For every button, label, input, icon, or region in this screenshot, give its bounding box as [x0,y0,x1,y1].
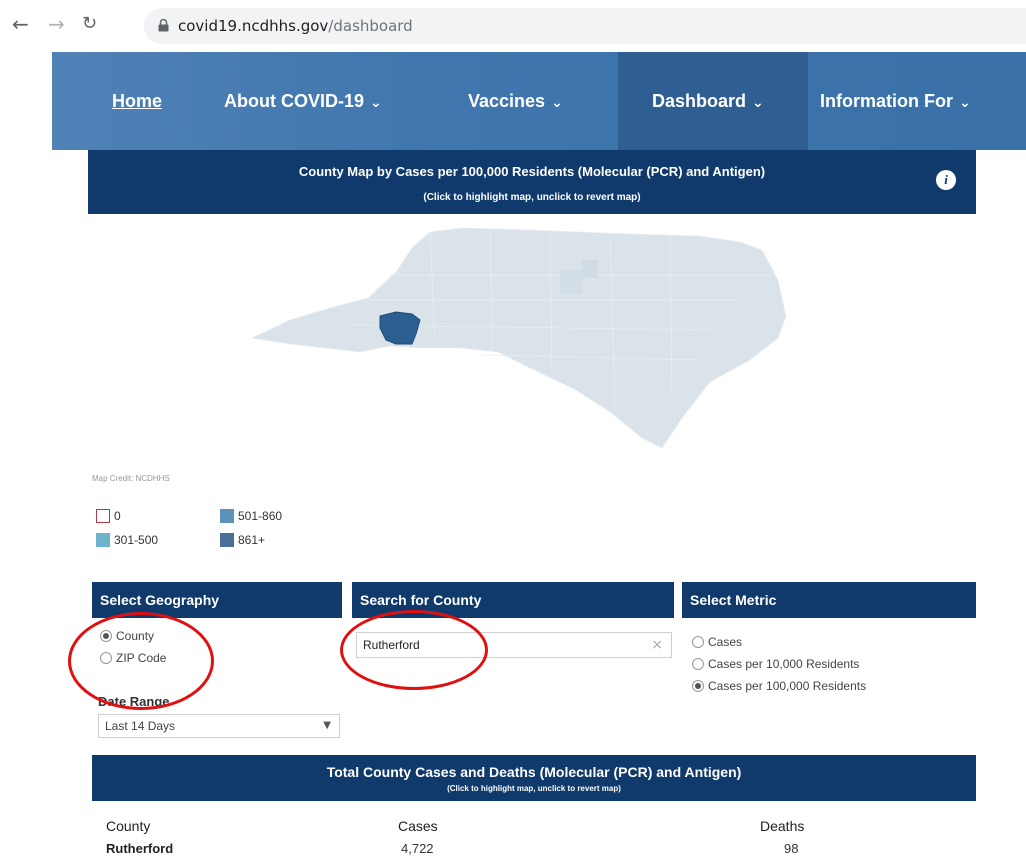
county-shade-2 [582,260,598,278]
legend-swatch [220,532,234,547]
radio-cases-per-100000[interactable]: Cases per 100,000 Residents [692,678,866,694]
legend-swatch [96,508,110,523]
north-carolina-map[interactable] [230,220,790,460]
map-credit: Map Credit: NCDHHS [92,474,170,483]
select-metric-heading: Select Metric [682,582,976,618]
state-shape[interactable] [250,227,787,449]
browser-toolbar: ← → ↻ covid19.ncdhhs.gov/dashboard [0,0,1026,52]
totals-title: Total County Cases and Deaths (Molecular… [326,764,742,780]
chevron-down-icon: ⌄ [959,95,971,111]
radio-button[interactable] [692,657,704,670]
radio-cases-per-10000[interactable]: Cases per 10,000 Residents [692,656,859,672]
dropdown-arrow-icon: ▼ [323,720,331,731]
legend-item: 0 [96,508,121,524]
legend-swatch [220,508,234,523]
map-subtitle: (Click to highlight map, unclick to reve… [423,192,641,203]
radio-button[interactable] [692,635,704,648]
lock-icon [158,19,169,32]
map-legend: 0 301-500 501-860 861+ [96,508,356,554]
chevron-down-icon: ⌄ [752,95,764,111]
map-title: County Map by Cases per 100,000 Resident… [298,164,766,179]
county-shade-1 [560,270,582,294]
table-cell-deaths: 98 [784,841,799,856]
column-header-county: County [106,818,151,834]
rutherford-county[interactable] [379,311,421,345]
radio-cases[interactable]: Cases [692,634,742,650]
reload-icon[interactable]: ↻ [82,14,97,34]
annotation-circle-search [340,610,488,690]
url-text: covid19.ncdhhs.gov/dashboard [178,17,413,35]
date-range-select[interactable]: Last 14 Days ▼ [98,714,340,738]
county-map[interactable] [230,220,790,460]
legend-item: 501-860 [220,508,282,524]
nav-about-covid[interactable]: About COVID-19 ⌄ [224,52,382,150]
column-header-cases: Cases [398,818,438,834]
nav-information-for[interactable]: Information For ⌄ [820,52,971,150]
column-header-deaths: Deaths [760,818,805,834]
chevron-down-icon: ⌄ [370,95,382,111]
totals-subtitle: (Click to highlight map, unclick to reve… [447,784,621,793]
site-navigation: Home About COVID-19 ⌄ Vaccines ⌄ Dashboard… [52,52,1026,150]
address-bar[interactable]: covid19.ncdhhs.gov/dashboard [144,8,1026,44]
annotation-circle-geography [68,612,214,710]
totals-header: Total County Cases and Deaths (Molecular… [92,755,976,801]
radio-button-checked[interactable] [692,679,704,692]
back-arrow-icon[interactable]: ← [12,14,29,34]
nav-home[interactable]: Home [112,52,162,150]
legend-item: 301-500 [96,532,158,548]
legend-item: 861+ [220,532,265,548]
table-cell-cases: 4,722 [401,841,434,856]
forward-arrow-icon[interactable]: → [48,14,65,34]
table-cell-county[interactable]: Rutherford [106,841,173,856]
date-range-value: Last 14 Days [105,719,176,733]
clear-icon[interactable]: × [651,637,663,653]
nav-dashboard[interactable]: Dashboard ⌄ [618,52,808,150]
info-icon[interactable]: i [936,170,956,190]
nav-vaccines[interactable]: Vaccines ⌄ [468,52,563,150]
map-header: County Map by Cases per 100,000 Resident… [88,150,976,214]
chevron-down-icon: ⌄ [551,95,563,111]
legend-swatch [96,532,110,547]
